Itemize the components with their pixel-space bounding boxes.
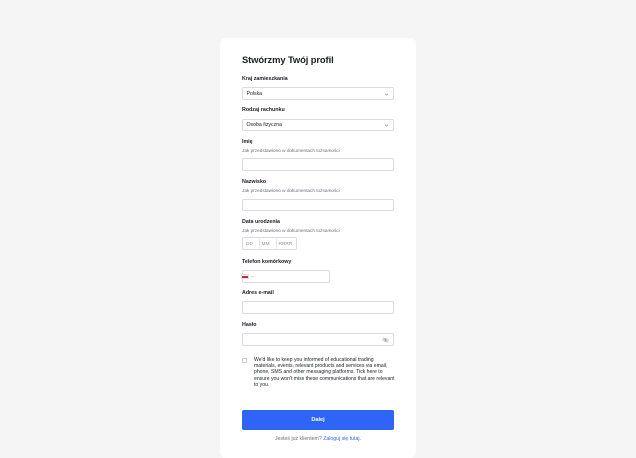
account-type-select-value: Osoba fizyczna [246,122,282,129]
country-select[interactable]: Polska [242,87,394,100]
date-divider [258,239,260,250]
email-label: Adres e-mail [242,290,274,296]
birth-day-input[interactable]: DD [246,242,253,247]
login-prompt: Jesteś już klientem? Zaloguj się tutaj. [220,436,416,442]
poland-flag-icon[interactable] [241,274,249,279]
chevron-down-icon [384,93,389,96]
marketing-consent-checkbox[interactable] [242,358,247,363]
login-link[interactable]: Zaloguj się tutaj. [323,436,361,442]
first-name-input[interactable] [242,158,394,171]
chevron-down-icon [384,124,389,127]
eye-off-icon[interactable] [382,337,389,343]
registration-card: Stwórzmy Twój profil Kraj zamieszkania P… [220,38,416,458]
password-input[interactable] [242,333,394,346]
birth-date-field: DD MM RRRR [242,237,297,250]
login-prompt-text: Jesteś już klientem? [275,436,322,442]
marketing-consent-text: We'd like to keep you informed of educat… [254,356,395,389]
birth-year-input[interactable]: RRRR [279,242,293,247]
date-divider [275,239,277,250]
phone-label: Telefon komórkowy [242,259,292,265]
birth-month-input[interactable]: MM [262,242,270,247]
first-name-label: Imię [242,139,253,145]
birth-date-label: Data urodzenia [242,218,280,225]
last-name-label: Nazwisko [242,179,267,185]
password-label: Hasło [242,322,257,328]
account-type-label: Rodzaj rachunku [242,107,285,113]
last-name-input[interactable] [242,198,394,211]
account-type-select[interactable]: Osoba fizyczna [242,118,394,131]
next-button[interactable]: Dalej [242,410,394,430]
last-name-hint: Jak przedstawiono w dokumentach tożsamoś… [242,187,340,193]
first-name-hint: Jak przedstawiono w dokumentach tożsamoś… [242,148,340,153]
phone-input[interactable] [242,270,330,283]
country-select-value: Polska [246,90,263,97]
birth-date-hint: Jak przedstawiono w dokumentach tożsamoś… [242,227,340,233]
page-title: Stwórzmy Twój profil [242,54,334,65]
country-label: Kraj zamieszkania [242,76,288,82]
email-input[interactable] [242,301,394,314]
chevron-down-icon [250,275,254,278]
